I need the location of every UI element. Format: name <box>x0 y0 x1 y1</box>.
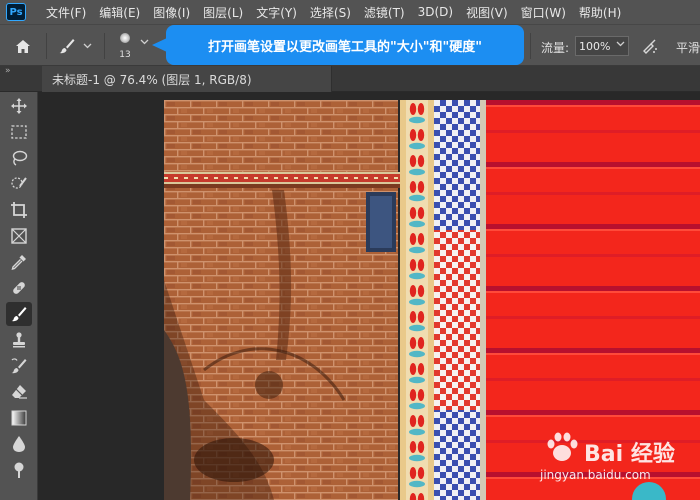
crop-icon <box>11 202 27 218</box>
home-icon <box>16 39 30 53</box>
chevron-down-icon <box>83 43 92 49</box>
brush-tool[interactable] <box>6 302 32 326</box>
frame-icon <box>11 228 27 244</box>
healing-brush-tool[interactable] <box>6 276 32 300</box>
dodge-tool[interactable] <box>6 458 32 482</box>
home-button[interactable] <box>10 33 36 59</box>
rectangular-marquee-icon <box>11 125 27 139</box>
brush-icon <box>11 307 27 322</box>
quick-selection-tool[interactable] <box>6 172 32 196</box>
blur-tool[interactable] <box>6 432 32 456</box>
quick-selection-icon <box>11 177 27 189</box>
frame-tool[interactable] <box>6 224 32 248</box>
move-icon <box>11 98 27 114</box>
stamp-icon <box>13 332 25 348</box>
menu-help[interactable]: 帮助(H) <box>579 4 621 21</box>
tooltip-arrow <box>152 38 167 52</box>
collapse-panels-icon[interactable]: » <box>5 66 10 76</box>
history-brush-icon <box>11 358 27 374</box>
menu-file[interactable]: 文件(F) <box>46 4 86 21</box>
menu-window[interactable]: 窗口(W) <box>521 4 566 21</box>
brush-tip-icon <box>120 33 130 43</box>
menu-3d[interactable]: 3D(D) <box>418 5 453 19</box>
photoshop-logo: Ps <box>6 3 26 21</box>
bandage-icon <box>13 282 25 294</box>
smoothing-label: 平滑 <box>676 41 700 55</box>
eraser-icon <box>12 385 27 399</box>
gradient-icon <box>11 410 27 426</box>
document-tab-bar: » 未标题-1 @ 76.4% (图层 1, RGB/8) <box>0 66 700 92</box>
lasso-tool[interactable] <box>6 146 32 170</box>
menu-view[interactable]: 视图(V) <box>466 4 508 21</box>
options-separator <box>104 33 105 59</box>
eraser-tool[interactable] <box>6 380 32 404</box>
menu-image[interactable]: 图像(I) <box>153 4 190 21</box>
photoshop-window: Ps 文件(F) 编辑(E) 图像(I) 图层(L) 文字(Y) 选择(S) 滤… <box>0 0 700 500</box>
menu-bar: Ps 文件(F) 编辑(E) 图像(I) 图层(L) 文字(Y) 选择(S) 滤… <box>0 0 700 24</box>
chevron-down-icon <box>616 41 625 47</box>
tools-panel <box>0 92 38 500</box>
options-separator <box>530 33 531 59</box>
menu-filter[interactable]: 滤镜(T) <box>364 4 405 21</box>
crop-tool[interactable] <box>6 198 32 222</box>
watermark-url: jingyan.baidu.com <box>540 468 651 482</box>
move-tool[interactable] <box>6 94 32 118</box>
lasso-icon <box>12 150 28 166</box>
history-brush-tool[interactable] <box>6 354 32 378</box>
menu-edit[interactable]: 编辑(E) <box>99 4 140 21</box>
menu-select[interactable]: 选择(S) <box>310 4 351 21</box>
document-tab[interactable]: 未标题-1 @ 76.4% (图层 1, RGB/8) <box>42 66 332 92</box>
chevron-down-icon <box>140 39 149 45</box>
menu-layer[interactable]: 图层(L) <box>203 4 243 21</box>
paw-logo-icon <box>547 432 578 461</box>
dodge-icon <box>14 462 24 478</box>
brush-icon <box>59 39 75 54</box>
watermark-brand: Bai 经验 <box>584 442 675 467</box>
baidu-watermark: Bai 经验 jingyan.baidu.com <box>540 426 690 486</box>
marquee-tool[interactable] <box>6 120 32 144</box>
instruction-tooltip: 打开画笔设置以更改画笔工具的"大小"和"硬度" <box>166 25 524 65</box>
flow-label: 流量: <box>541 41 570 55</box>
tool-preset-picker[interactable] <box>58 33 100 59</box>
brush-preset-picker[interactable]: 13 <box>110 29 156 63</box>
airbrush-icon <box>643 39 657 54</box>
eyedropper-tool[interactable] <box>6 250 32 274</box>
eyedropper-icon <box>11 255 26 270</box>
menu-type[interactable]: 文字(Y) <box>256 4 297 21</box>
flow-field[interactable]: 100% <box>575 36 629 56</box>
gradient-tool[interactable] <box>6 406 32 430</box>
airbrush-toggle[interactable] <box>640 36 660 56</box>
options-separator <box>46 33 47 59</box>
blur-drop-icon <box>13 436 25 452</box>
clone-stamp-tool[interactable] <box>6 328 32 352</box>
flow-value: 100% <box>579 39 611 53</box>
brush-size-value: 13 <box>119 50 131 60</box>
